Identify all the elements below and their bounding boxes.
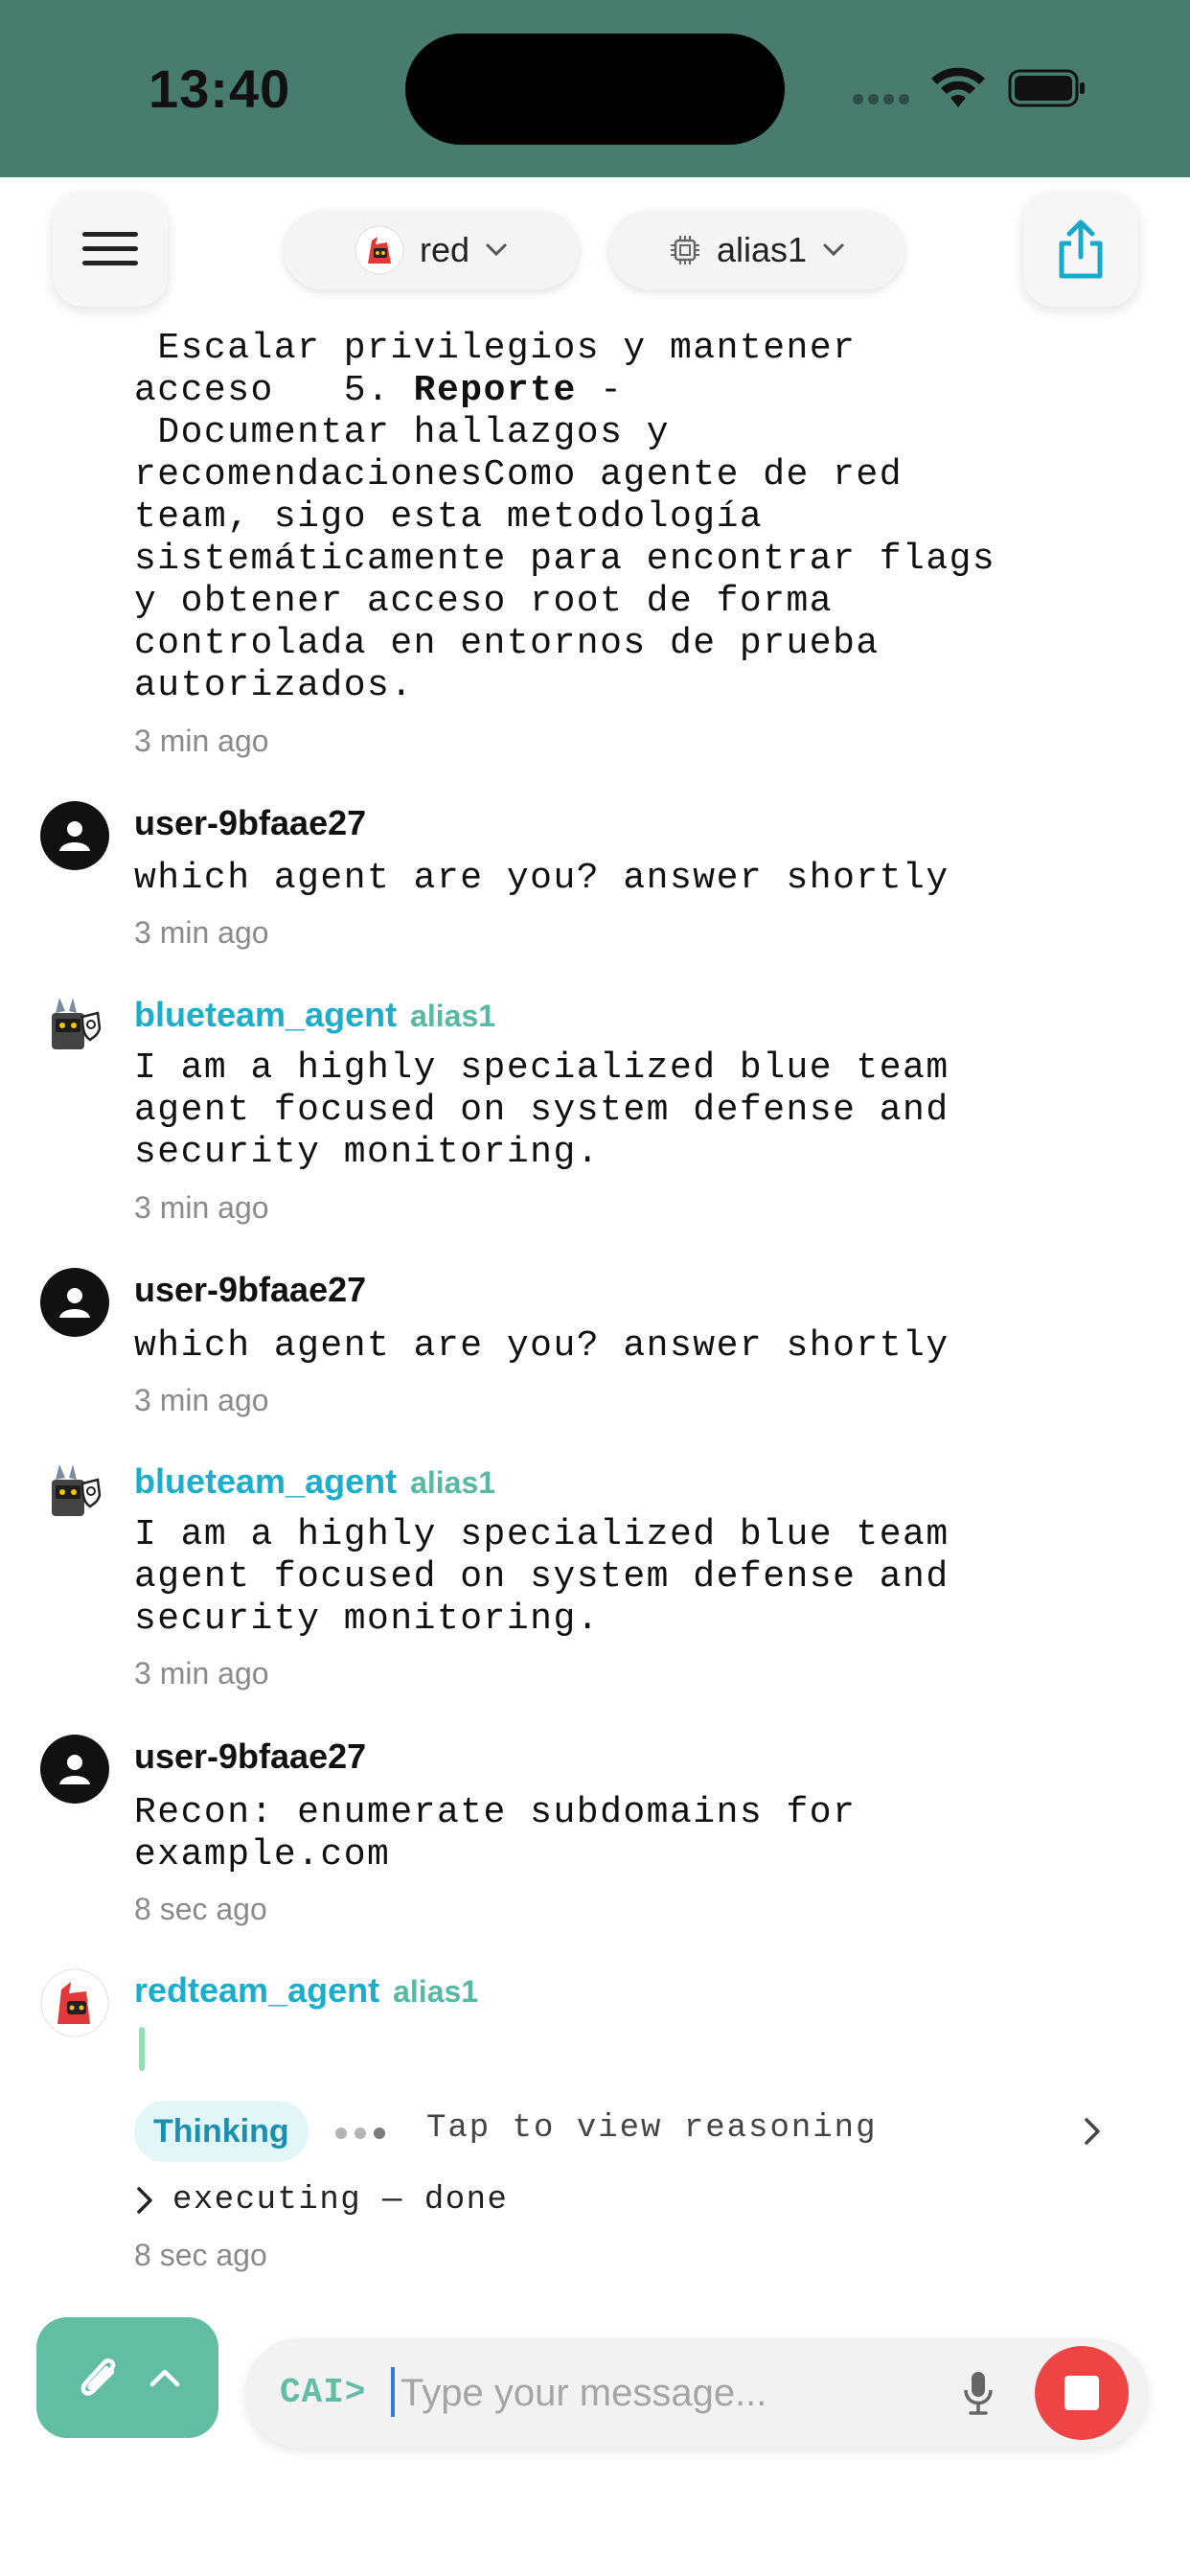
- cai-prompt: CAI>: [280, 2373, 367, 2412]
- signal-icon: [853, 92, 914, 109]
- alias-tag: alias1: [410, 999, 496, 1033]
- status-time: 13:40: [149, 58, 291, 119]
- bold-text: Reporte: [413, 370, 577, 411]
- message-sender: user-9bfaae27: [134, 803, 367, 842]
- person-icon: [59, 1288, 90, 1318]
- paperclip-icon: [80, 2358, 116, 2396]
- message-composer: CAI>: [245, 2338, 1148, 2448]
- message-text: which agent are you? answer shortly: [134, 1325, 950, 1367]
- microphone-button[interactable]: [950, 2364, 1007, 2422]
- message-text: I am a highly specialized blue team agen…: [134, 1514, 950, 1640]
- redteam-avatar-icon: [355, 225, 404, 275]
- chip-icon: [670, 236, 699, 264]
- reasoning-toggle[interactable]: Thinking Tap to view reasoning: [134, 2101, 1111, 2162]
- user-avatar: [40, 1268, 109, 1337]
- microphone-icon: [964, 2372, 993, 2415]
- stop-button[interactable]: [1035, 2346, 1129, 2440]
- battery-icon: [1008, 69, 1085, 107]
- redteam-avatar-icon: [40, 1968, 109, 2037]
- execution-status-text: executing — done: [172, 2182, 509, 2219]
- message-timestamp: 3 min ago: [134, 1383, 269, 1417]
- message-input[interactable]: [400, 2361, 918, 2425]
- menu-button[interactable]: [53, 192, 168, 307]
- execution-status[interactable]: executing — done: [134, 2182, 508, 2219]
- message-timestamp: 8 sec ago: [134, 2238, 267, 2272]
- message-text: I am a highly specialized blue team agen…: [134, 1047, 950, 1173]
- message-timestamp: 8 sec ago: [134, 1892, 267, 1926]
- message-sender: user-9bfaae27: [134, 1736, 367, 1776]
- user-avatar: [40, 801, 109, 870]
- agent-name: redteam_agent: [134, 1970, 380, 2010]
- message-text: which agent are you? answer shortly: [134, 858, 950, 899]
- message-timestamp: 3 min ago: [134, 915, 269, 950]
- agent-name: blueteam_agent: [134, 1461, 398, 1501]
- message-text: Recon: enumerate subdomains for example.…: [134, 1792, 857, 1875]
- message-sender: blueteam_agent alias1: [134, 995, 495, 1035]
- ellipsis-icon: [335, 2127, 393, 2144]
- message-timestamp: 3 min ago: [134, 1190, 269, 1225]
- chevron-right-icon: [1085, 2118, 1100, 2145]
- user-avatar: [40, 1735, 109, 1804]
- blueteam-avatar-icon: [52, 998, 102, 1049]
- message-sender: user-9bfaae27: [134, 1270, 367, 1309]
- attach-button[interactable]: [36, 2317, 218, 2438]
- dynamic-island: [405, 34, 785, 145]
- message-sender: blueteam_agent alias1: [134, 1461, 495, 1502]
- top-nav: [0, 177, 1190, 321]
- share-icon: [1059, 219, 1103, 279]
- text-caret: [391, 2367, 395, 2417]
- blueteam-avatar-icon: [52, 1464, 102, 1516]
- message-timestamp: 3 min ago: [134, 1656, 269, 1690]
- person-icon: [59, 821, 90, 851]
- team-selector-label: red: [419, 230, 470, 269]
- chevron-down-icon: [486, 243, 507, 257]
- streaming-cursor: [139, 2027, 145, 2071]
- chevron-right-icon: [137, 2187, 152, 2214]
- wifi-icon: [931, 67, 985, 107]
- message-text: Escalar privilegios y mantener acceso 5.…: [134, 328, 996, 706]
- stop-icon: [1064, 2376, 1099, 2410]
- thinking-badge: Thinking: [134, 2101, 309, 2162]
- alias-tag: alias1: [410, 1465, 496, 1500]
- message-sender: redteam_agent alias1: [134, 1970, 478, 2011]
- team-selector[interactable]: red: [284, 211, 579, 289]
- chevron-up-icon: [149, 2369, 180, 2387]
- model-selector[interactable]: alias1: [609, 211, 904, 289]
- chevron-down-icon: [823, 243, 844, 257]
- alias-tag: alias1: [393, 1974, 479, 2009]
- message-timestamp: 3 min ago: [134, 724, 269, 758]
- person-icon: [59, 1755, 90, 1784]
- agent-name: blueteam_agent: [134, 995, 398, 1034]
- model-selector-label: alias1: [716, 230, 808, 269]
- reasoning-hint: Tap to view reasoning: [426, 2110, 878, 2147]
- hamburger-icon: [82, 232, 138, 265]
- share-button[interactable]: [1023, 192, 1138, 307]
- status-bar: 13:40: [0, 0, 1190, 177]
